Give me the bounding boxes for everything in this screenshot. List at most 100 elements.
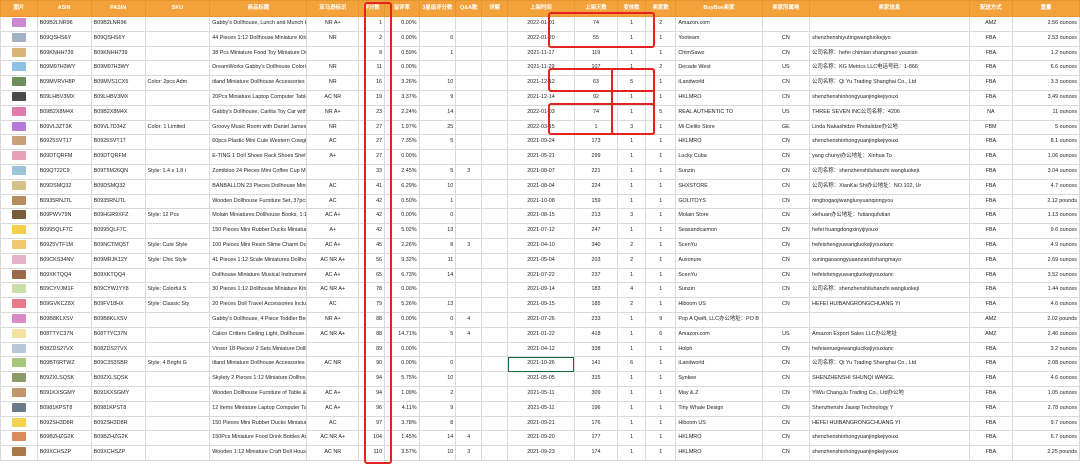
cell-rate[interactable]: 5.26%: [384, 297, 420, 313]
cell-sku[interactable]: [144, 193, 211, 210]
cell-sku[interactable]: Style: 4 Bright G: [144, 356, 211, 373]
table-row[interactable]: B09DTQRFM B09DTQRFM E-TING 1 Doll Shoes Ra…: [0, 149, 1080, 165]
cell-variants[interactable]: 1: [617, 45, 647, 62]
cell-sku[interactable]: Color: 2pcs Adm: [144, 75, 211, 91]
cell-title[interactable]: Wooden Dollhouse Furniture Set, 37pcs Fu: [209, 193, 308, 210]
cell-date[interactable]: 2021-04-12: [507, 341, 575, 358]
cell-badge[interactable]: NR A+: [306, 311, 360, 328]
cell-days[interactable]: 92: [573, 89, 619, 106]
cell-title[interactable]: 38 Pcs Miniature Food Toy Miniature Doll: [209, 45, 308, 62]
cell-sku[interactable]: Style: Colorful S: [144, 282, 211, 299]
cell-days[interactable]: 173: [573, 134, 619, 151]
cell-info[interactable]: 公司名称：Qi Yu Trading Shanghai Co., Ltd: [809, 75, 970, 91]
cell-title[interactable]: Wooden Dollhouse Furniture of Table & C: [209, 385, 308, 402]
cell-detail[interactable]: [481, 252, 509, 269]
cell-stars3[interactable]: [418, 341, 457, 358]
cell-title[interactable]: 41 Pieces 1:12 Scale Miniatures Dollhous…: [209, 252, 308, 269]
cell-days[interactable]: 196: [573, 400, 619, 417]
table-row[interactable]: B09LHBV3MX B09LHBV3MX 20Pcs Miniature Lapt…: [0, 89, 1080, 106]
cell-country[interactable]: GE: [761, 119, 811, 136]
cell-country[interactable]: [761, 16, 811, 32]
cell-title[interactable]: Zomibloo 24 Pieces Mini Coffee Cup Minia: [209, 163, 308, 180]
cell-ratings[interactable]: 41: [358, 178, 386, 195]
cell-sku[interactable]: [144, 415, 211, 432]
cell-weight[interactable]: 3.2 ounces: [1011, 341, 1080, 358]
cell-country[interactable]: CN: [761, 267, 811, 284]
cell-variants[interactable]: 1: [617, 193, 647, 210]
cell-asin[interactable]: B09B8KLXSV: [36, 311, 92, 328]
table-row[interactable]: B09CKS34NV B09MRJK12Y Style: Chic Style 41 …: [0, 252, 1080, 269]
cell-sku[interactable]: Color: 1 Limited: [144, 119, 211, 136]
cell-sku[interactable]: [144, 134, 211, 151]
cell-ratings[interactable]: 104: [358, 430, 386, 447]
cell-days[interactable]: 183: [573, 282, 619, 299]
cell-ship[interactable]: FBA: [968, 60, 1013, 77]
product-thumbnail-cell[interactable]: [0, 223, 38, 239]
cell-asin[interactable]: B09XCHSZP: [36, 445, 92, 461]
cell-variants[interactable]: 2: [617, 237, 647, 254]
cell-sku[interactable]: [144, 178, 211, 195]
cell-variants[interactable]: 1: [617, 267, 647, 284]
cell-country[interactable]: CN: [761, 45, 811, 62]
cell-days[interactable]: 213: [573, 208, 619, 225]
cell-buybox[interactable]: HKLMRO: [675, 445, 763, 461]
cell-badge[interactable]: AC NR: [306, 356, 360, 373]
cell-buybox[interactable]: Amazon.com: [675, 326, 763, 343]
cell-asin[interactable]: B09DTQRFM: [36, 149, 92, 165]
cell-days[interactable]: 233: [573, 311, 619, 328]
cell-sellers[interactable]: 1: [645, 430, 677, 447]
cell-stars3[interactable]: 9: [418, 400, 457, 417]
cell-ratings[interactable]: 56: [358, 252, 386, 269]
cell-date[interactable]: 2022-03-15: [507, 119, 575, 136]
cell-title[interactable]: Calico Critters Ceiling Light, Dollhouse…: [209, 326, 308, 343]
table-row[interactable]: B0995QLF7C B0995QLF7C 150 Pieces Mini Rubb…: [0, 223, 1080, 239]
cell-sku[interactable]: [144, 445, 211, 461]
cell-weight[interactable]: 2.02 pounds: [1011, 311, 1080, 328]
cell-sellers[interactable]: 2: [645, 60, 677, 77]
cell-qa[interactable]: [455, 341, 483, 358]
cell-badge[interactable]: [306, 341, 360, 358]
cell-badge[interactable]: NR: [306, 119, 360, 136]
cell-title[interactable]: itland Miniature Dollhouse Accessories o…: [209, 75, 308, 91]
cell-asin[interactable]: B0935RNJTL: [36, 193, 92, 210]
column-header-detail[interactable]: 详解: [481, 0, 509, 17]
cell-sellers[interactable]: 1: [645, 223, 677, 239]
cell-sellers[interactable]: 1: [645, 297, 677, 313]
cell-country[interactable]: CN: [761, 356, 811, 373]
cell-pasin[interactable]: B09VL7D34Z: [90, 119, 146, 136]
cell-rate[interactable]: 3.78%: [384, 415, 420, 432]
cell-asin[interactable]: B09B2X8M4X: [36, 104, 92, 121]
cell-sellers[interactable]: 1: [645, 282, 677, 299]
cell-sellers[interactable]: 1: [645, 356, 677, 373]
cell-info[interactable]: xuningaoaongyuaanzanzishangmayo: [809, 252, 970, 269]
cell-qa[interactable]: [455, 415, 483, 432]
product-thumbnail-cell[interactable]: [0, 237, 38, 254]
cell-weight[interactable]: 6.6 ounces: [1011, 60, 1080, 77]
cell-badge[interactable]: NR: [306, 75, 360, 91]
cell-date[interactable]: 2021-05-11: [507, 385, 575, 402]
cell-pasin[interactable]: B0995QLF7C: [90, 223, 146, 239]
cell-ratings[interactable]: 27: [358, 149, 386, 165]
cell-title[interactable]: 20Pcs Miniature Laptop Computer Tablet: [209, 89, 308, 106]
cell-sku[interactable]: [144, 267, 211, 284]
cell-info[interactable]: shenzhenshinhongyuanjingkejiyouxi: [809, 430, 970, 447]
cell-stars3[interactable]: 14: [418, 430, 457, 447]
table-row[interactable]: B09B8KLXSV B09B8KLXSV Gabby's Dollhouse, 4…: [0, 311, 1080, 328]
cell-pasin[interactable]: B09XCHSZP: [90, 445, 146, 461]
cell-title[interactable]: 12 Items Miniature Laptop Computer Tabl: [209, 400, 308, 417]
cell-stars3[interactable]: 1: [418, 193, 457, 210]
cell-detail[interactable]: [481, 326, 509, 343]
cell-ratings[interactable]: 94: [358, 371, 386, 387]
cell-sellers[interactable]: 1: [645, 134, 677, 151]
cell-sku[interactable]: [144, 311, 211, 328]
cell-stars3[interactable]: 9: [418, 89, 457, 106]
cell-date[interactable]: 2021-12-12: [507, 75, 575, 91]
cell-ship[interactable]: FBA: [968, 30, 1013, 47]
cell-title[interactable]: E-TING 1 Doll Shoes Rack Shoes Shelf Cup: [209, 149, 308, 165]
cell-ratings[interactable]: 27: [358, 134, 386, 151]
cell-pasin[interactable]: B09MVS1CX5: [90, 75, 146, 91]
cell-weight[interactable]: 11 ounces: [1011, 104, 1080, 121]
cell-sellers[interactable]: 1: [645, 415, 677, 432]
cell-days[interactable]: 338: [573, 341, 619, 358]
cell-asin[interactable]: B09XKTQQ4: [36, 267, 92, 284]
